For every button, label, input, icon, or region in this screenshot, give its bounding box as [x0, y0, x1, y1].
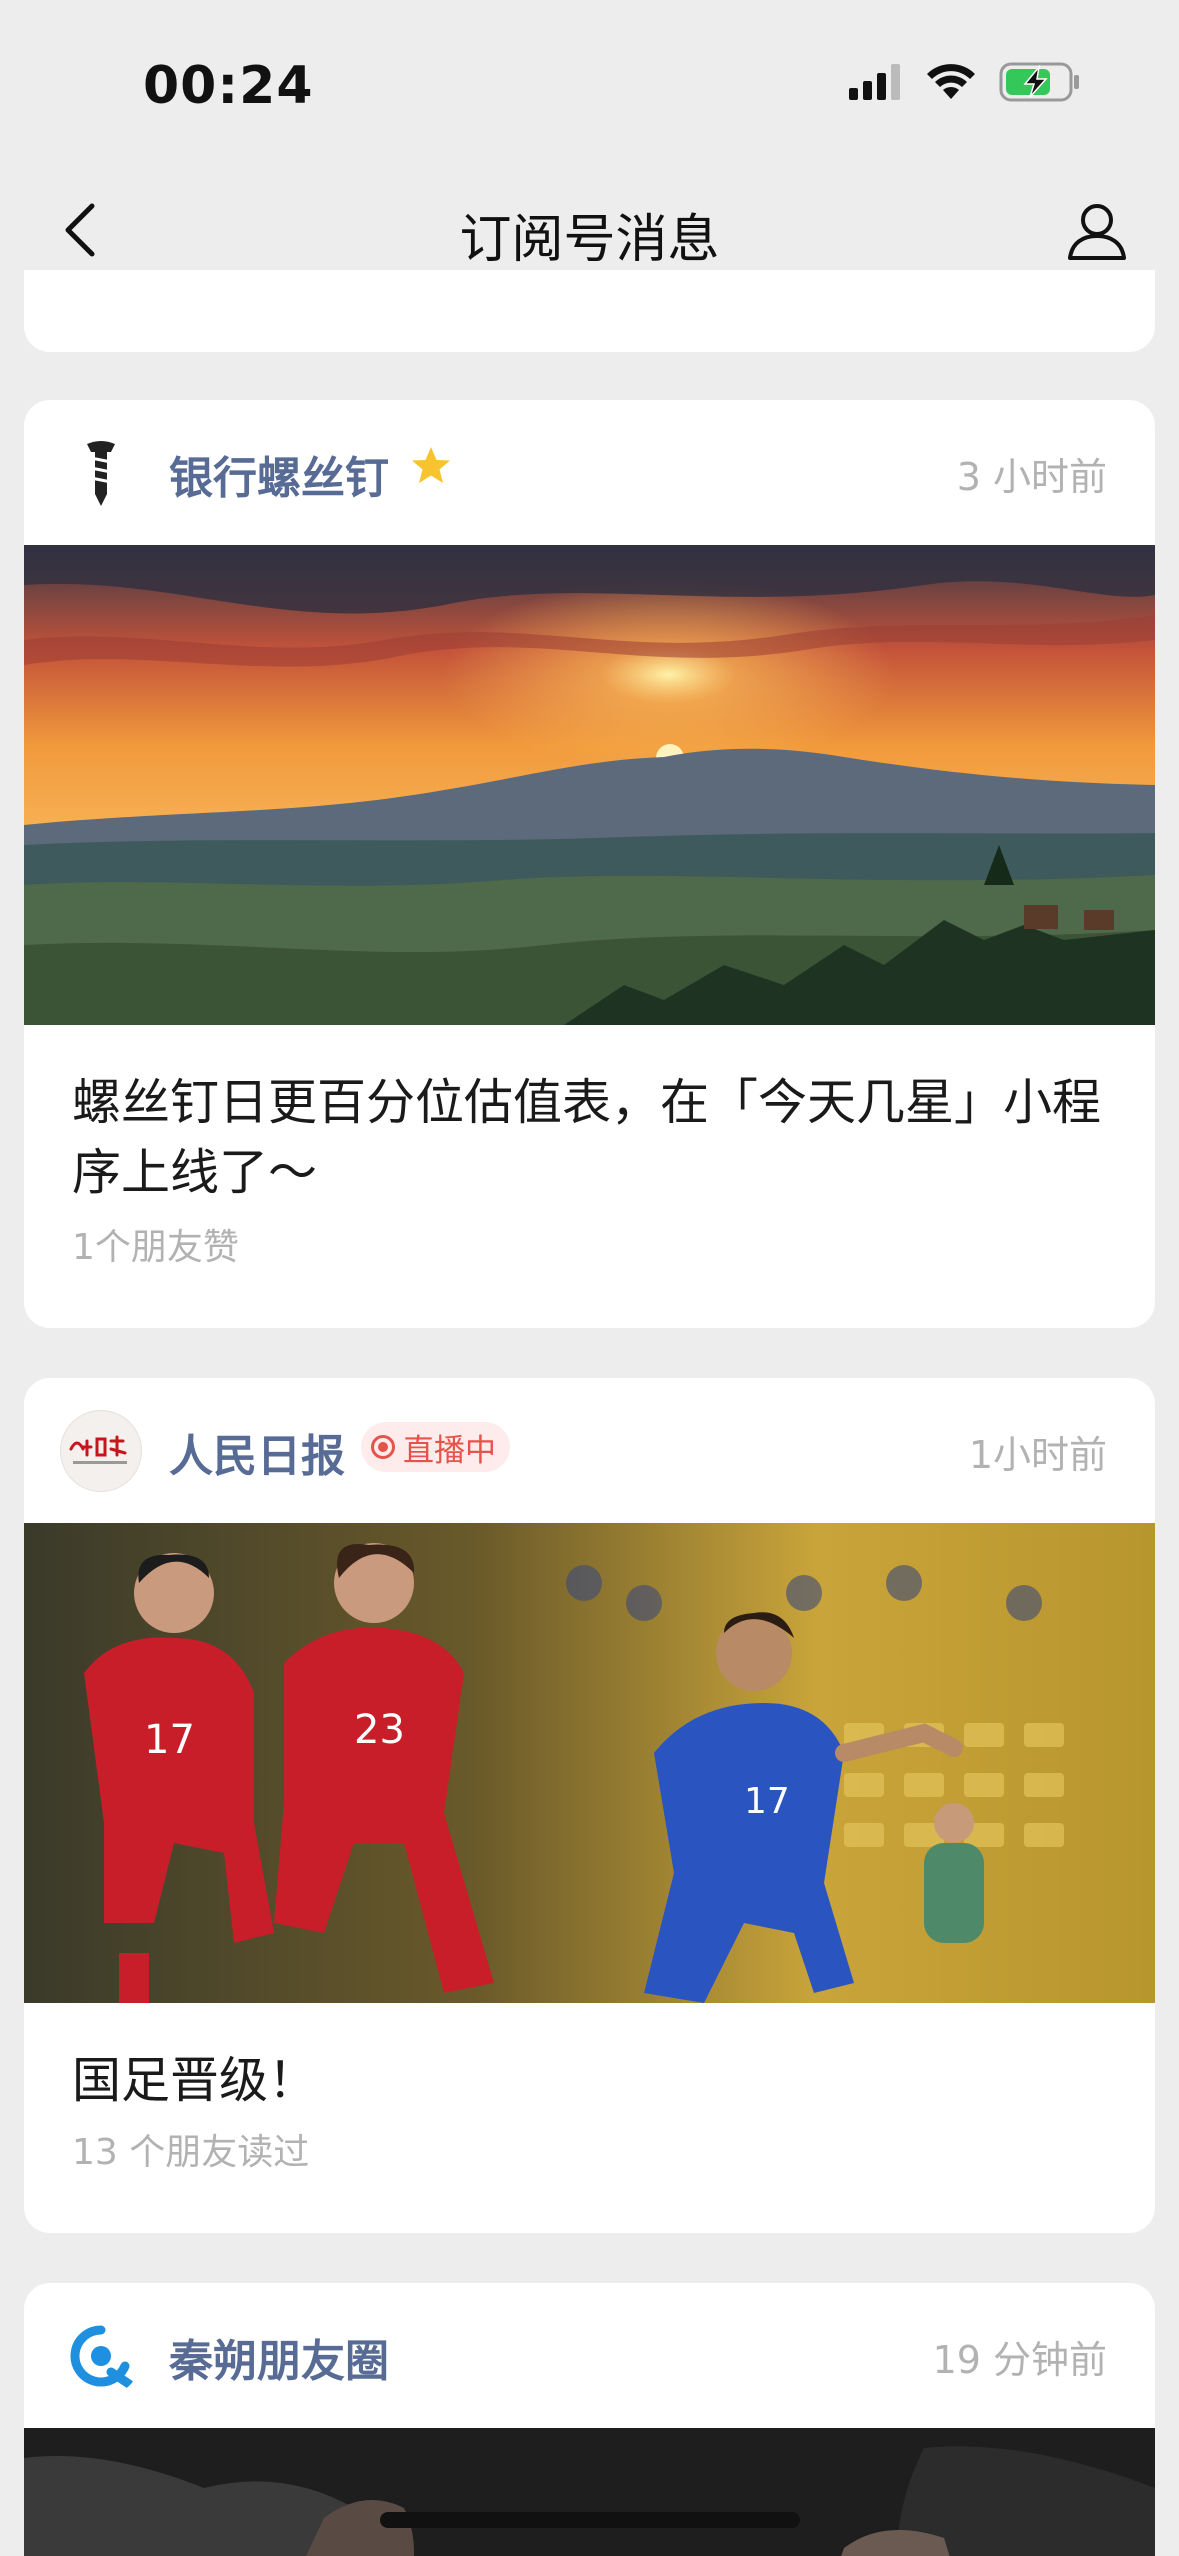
status-icons: [849, 62, 1081, 102]
qinshuo-logo-icon: [70, 2325, 134, 2389]
article-title[interactable]: 国足晋级！: [72, 2046, 1107, 2116]
status-bar: 00:24: [0, 0, 1179, 175]
article-social-meta: 13 个朋友读过: [72, 2132, 310, 2173]
football-match-image: 17 23 17: [24, 1523, 1155, 2003]
wifi-icon: [927, 64, 975, 99]
card-header: 秦朔朋友圈 19 分钟前: [24, 2283, 1155, 2428]
post-time: 3 小时前: [956, 455, 1107, 499]
sunset-landscape-image: [24, 545, 1155, 1025]
article-cover-image[interactable]: [24, 2428, 1155, 2556]
article-card[interactable]: 银行螺丝钉 3 小时前 螺丝钉日更百分位估值表，在「今天几星」小程序上线了～ 1…: [24, 400, 1155, 1328]
previous-article-card[interactable]: [24, 270, 1155, 352]
battery-charging-icon: [999, 62, 1079, 102]
card-header: 人民日报 直播中 1小时前: [24, 1378, 1155, 1523]
post-time: 1小时前: [968, 1433, 1107, 1477]
post-time: 19 分钟前: [932, 2338, 1107, 2382]
article-social-meta: 1个朋友赞: [72, 1227, 239, 1268]
account-avatar[interactable]: [60, 2315, 142, 2397]
status-time: 00:24: [143, 56, 314, 116]
account-avatar[interactable]: [60, 432, 142, 514]
svg-text:17: 17: [144, 1717, 195, 1763]
star-icon: [412, 447, 450, 483]
page-title: 订阅号消息: [459, 210, 720, 270]
live-status-badge[interactable]: 直播中: [361, 1422, 510, 1472]
dark-hands-image: [24, 2428, 1155, 2556]
person-icon: [1068, 204, 1126, 260]
account-name[interactable]: 人民日报: [169, 1420, 345, 1484]
live-badge-label: 直播中: [403, 1432, 496, 1469]
article-card[interactable]: 人民日报 直播中 1小时前 17 23 17 国足晋级！ 13 个朋友读过: [24, 1378, 1155, 2233]
subscription-messages-screen: 00:24 订阅号消息 银行螺丝钉 3 小时前 螺丝钉日更百分位估值表，在「今天…: [0, 0, 1179, 2556]
screw-logo-icon: [87, 441, 115, 506]
svg-text:23: 23: [354, 1707, 405, 1753]
peoples-daily-logo-icon: [69, 1435, 127, 1464]
cellular-signal-icon: [849, 64, 900, 100]
account-name[interactable]: 秦朔朋友圈: [169, 2325, 389, 2389]
profile-button[interactable]: [1059, 193, 1135, 269]
article-cover-image[interactable]: [24, 545, 1155, 1025]
live-dot-icon: [371, 1435, 395, 1459]
article-title[interactable]: 螺丝钉日更百分位估值表，在「今天几星」小程序上线了～: [72, 1068, 1107, 1208]
article-cover-image[interactable]: 17 23 17: [24, 1523, 1155, 2003]
account-name[interactable]: 银行螺丝钉: [169, 442, 389, 506]
card-header: 银行螺丝钉 3 小时前: [24, 400, 1155, 545]
home-indicator[interactable]: [380, 2512, 800, 2528]
account-avatar[interactable]: [60, 1410, 142, 1492]
svg-text:17: 17: [744, 1781, 790, 1822]
